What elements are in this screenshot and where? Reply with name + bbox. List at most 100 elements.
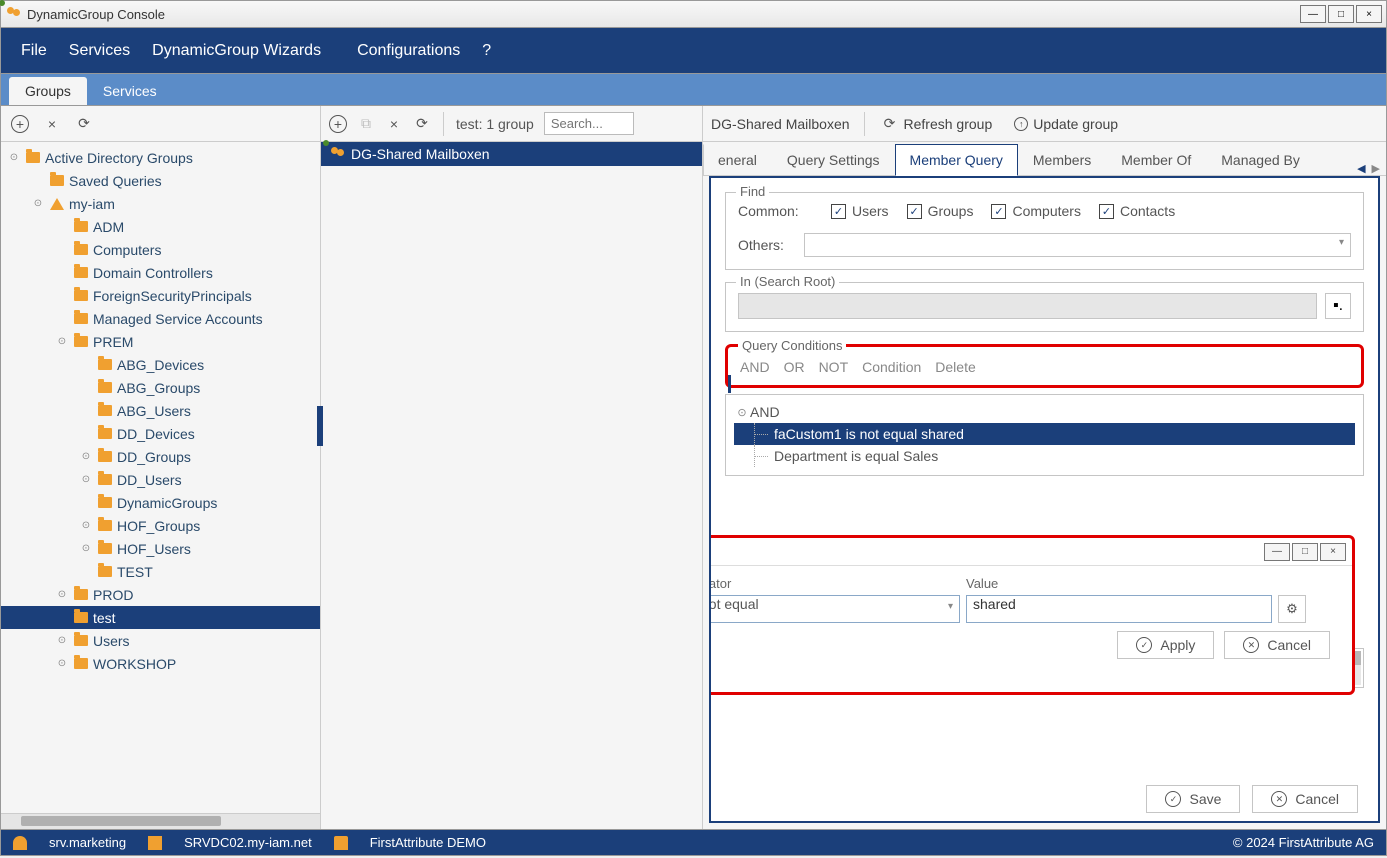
tree-item[interactable]: ⊙WORKSHOP	[1, 652, 320, 675]
status-user: srv.marketing	[49, 835, 126, 850]
tree-item[interactable]: Managed Service Accounts	[1, 307, 320, 330]
status-user-icon	[13, 836, 27, 850]
tree-item[interactable]: ⊙HOF_Users	[1, 537, 320, 560]
list-copy-button[interactable]: ⧉	[357, 115, 375, 133]
splitter-handle[interactable]	[317, 406, 323, 446]
dialog-maximize-button[interactable]: □	[1292, 543, 1318, 561]
qc-condition-button[interactable]: Condition	[862, 359, 921, 375]
tree-close-button[interactable]: ×	[43, 115, 61, 133]
detail-tabs: eneral Query Settings Member Query Membe…	[703, 142, 1386, 176]
tree-item[interactable]: ⊙PREM	[1, 330, 320, 353]
maximize-button[interactable]: □	[1328, 5, 1354, 23]
menu-configurations[interactable]: Configurations	[357, 42, 460, 60]
folder-icon	[73, 335, 89, 349]
folder-icon	[73, 312, 89, 326]
menu-help[interactable]: ?	[482, 42, 491, 60]
cancel-button[interactable]: ✕Cancel	[1252, 785, 1358, 813]
folder-icon	[97, 496, 113, 510]
tree-item[interactable]: ⊙Active Directory Groups	[1, 146, 320, 169]
minimize-button[interactable]: —	[1300, 5, 1326, 23]
search-root-input[interactable]	[738, 293, 1317, 319]
qc-delete-button[interactable]: Delete	[935, 359, 975, 375]
tree-item[interactable]: test	[1, 606, 320, 629]
tree-item[interactable]: TEST	[1, 560, 320, 583]
value-input[interactable]: shared	[966, 595, 1272, 623]
tab-query-settings[interactable]: Query Settings	[772, 144, 895, 175]
menu-file[interactable]: File	[21, 42, 47, 60]
list-refresh-button[interactable]: ⟳	[413, 115, 431, 133]
checkbox-contacts[interactable]: ✓Contacts	[1099, 203, 1175, 219]
list-add-button[interactable]: +	[329, 115, 347, 133]
folder-icon	[73, 611, 89, 625]
tree-item[interactable]: ABG_Users	[1, 399, 320, 422]
condition-root[interactable]: ⊙AND	[734, 401, 1355, 423]
qc-and-button[interactable]: AND	[740, 359, 770, 375]
menu-dynamicgroup-wizards[interactable]: DynamicGroup Wizards	[152, 42, 321, 60]
tab-general[interactable]: eneral	[703, 144, 772, 175]
tree-item[interactable]: ⊙Users	[1, 629, 320, 652]
tree-item[interactable]: Saved Queries	[1, 169, 320, 192]
window-titlebar: DynamicGroup Console — □ ×	[0, 0, 1387, 28]
tree-item[interactable]: ⊙PROD	[1, 583, 320, 606]
tree-add-button[interactable]: +	[11, 115, 29, 133]
tree-horizontal-scrollbar[interactable]	[1, 813, 320, 829]
search-root-legend: In (Search Root)	[736, 274, 839, 289]
tab-managed-by[interactable]: Managed By	[1206, 144, 1315, 175]
tree-item[interactable]: ⊙DD_Users	[1, 468, 320, 491]
dialog-close-button[interactable]: ×	[1320, 543, 1346, 561]
tree-item-label: HOF_Users	[117, 541, 191, 557]
tree-item[interactable]: ForeignSecurityPrincipals	[1, 284, 320, 307]
close-button[interactable]: ×	[1356, 5, 1382, 23]
tree-item[interactable]: ⊙DD_Groups	[1, 445, 320, 468]
update-group-button[interactable]: ↑Update group	[1008, 114, 1124, 134]
tree-item[interactable]: ⊙HOF_Groups	[1, 514, 320, 537]
checkbox-computers[interactable]: ✓Computers	[991, 203, 1080, 219]
folder-icon	[97, 450, 113, 464]
tab-member-of[interactable]: Member Of	[1106, 144, 1206, 175]
operator-select[interactable]: is not equal	[709, 595, 960, 623]
tab-members[interactable]: Members	[1018, 144, 1106, 175]
tree-item[interactable]: ⊙my-iam	[1, 192, 320, 215]
qc-not-button[interactable]: NOT	[819, 359, 849, 375]
list-close-button[interactable]: ×	[385, 115, 403, 133]
tree-item[interactable]: DynamicGroups	[1, 491, 320, 514]
status-license: FirstAttribute DEMO	[370, 835, 486, 850]
dialog-minimize-button[interactable]: —	[1264, 543, 1290, 561]
tree-item-label: Active Directory Groups	[45, 150, 193, 166]
tree-refresh-button[interactable]: ⟳	[75, 115, 93, 133]
condition-row-1[interactable]: faCustom1 is not equal shared	[734, 423, 1355, 445]
folder-icon	[73, 266, 89, 280]
tree-item[interactable]: Domain Controllers	[1, 261, 320, 284]
tree-item-label: my-iam	[69, 196, 115, 212]
tab-member-query[interactable]: Member Query	[895, 144, 1018, 176]
search-input[interactable]	[544, 112, 634, 135]
tree-item-label: DD_Devices	[117, 426, 195, 442]
qc-or-button[interactable]: OR	[784, 359, 805, 375]
tree-toolbar: + × ⟳	[1, 106, 320, 142]
common-label: Common:	[738, 203, 813, 219]
folder-icon	[49, 174, 65, 188]
tab-scroll-right[interactable]: ▶	[1372, 162, 1380, 175]
tab-services[interactable]: Services	[87, 77, 173, 105]
tree-item[interactable]: ABG_Groups	[1, 376, 320, 399]
folder-icon	[97, 473, 113, 487]
tree-item[interactable]: DD_Devices	[1, 422, 320, 445]
tab-groups[interactable]: Groups	[9, 77, 87, 105]
checkbox-users[interactable]: ✓Users	[831, 203, 889, 219]
checkbox-groups[interactable]: ✓Groups	[907, 203, 974, 219]
tree-item[interactable]: Computers	[1, 238, 320, 261]
tree-item[interactable]: ADM	[1, 215, 320, 238]
search-root-browse-button[interactable]: ▪.	[1325, 293, 1351, 319]
condition-row-2[interactable]: Department is equal Sales	[734, 445, 1355, 467]
tab-scroll-left[interactable]: ◀	[1357, 162, 1365, 175]
tree-body[interactable]: ⊙Active Directory GroupsSaved Queries⊙my…	[1, 142, 320, 813]
dialog-apply-button[interactable]: ✓Apply	[1117, 631, 1214, 659]
others-select[interactable]	[804, 233, 1351, 257]
tree-item[interactable]: ABG_Devices	[1, 353, 320, 376]
refresh-group-button[interactable]: ⟳Refresh group	[875, 113, 999, 135]
menu-services[interactable]: Services	[69, 42, 130, 60]
group-item[interactable]: DG-Shared Mailboxen	[321, 142, 702, 166]
dialog-cancel-button[interactable]: ✕Cancel	[1224, 631, 1330, 659]
save-button[interactable]: ✓Save	[1146, 785, 1240, 813]
value-settings-button[interactable]: ⚙	[1278, 595, 1306, 623]
